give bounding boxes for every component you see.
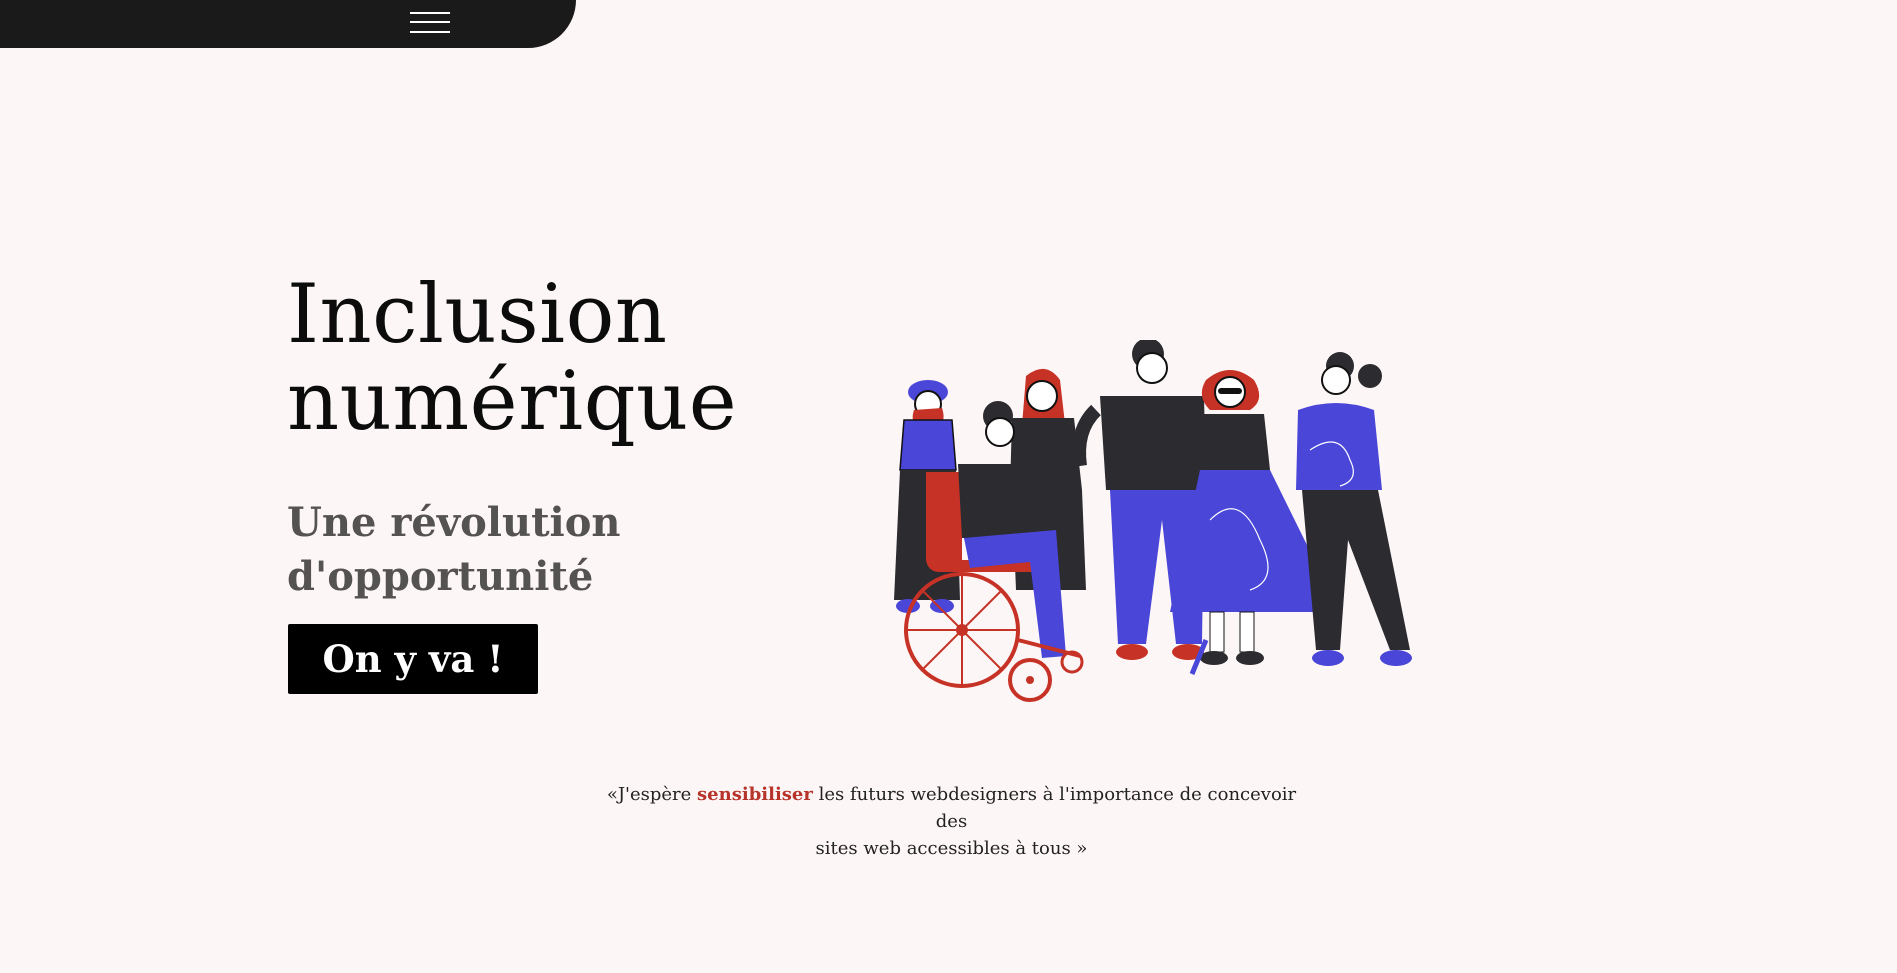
hero-title: Inclusion numérique: [287, 272, 737, 446]
quote-prefix: «J'espère: [606, 784, 698, 805]
quote-line-2: sites web accessibles à tous »: [815, 838, 1088, 859]
quote: «J'espère sensibiliser les futurs webdes…: [600, 781, 1303, 862]
hamburger-menu-icon[interactable]: [410, 10, 452, 36]
hero-title-line-1: Inclusion: [287, 268, 668, 362]
hero-title-line-2: numérique: [287, 355, 738, 449]
diverse-group-illustration: [894, 340, 1412, 702]
cta-button[interactable]: On y va !: [288, 624, 538, 694]
quote-highlight: sensibiliser: [697, 784, 813, 805]
hero-subtitle-line-1: Une révolution: [287, 499, 621, 546]
hero-subtitle-line-2: d'opportunité: [287, 553, 594, 600]
person-ponytail: [1296, 352, 1412, 666]
top-navigation-bar: [0, 0, 576, 48]
quote-line-1: les futurs webdesigners à l'importance d…: [812, 784, 1297, 832]
hero-subtitle: Une révolution d'opportunité: [287, 496, 621, 604]
